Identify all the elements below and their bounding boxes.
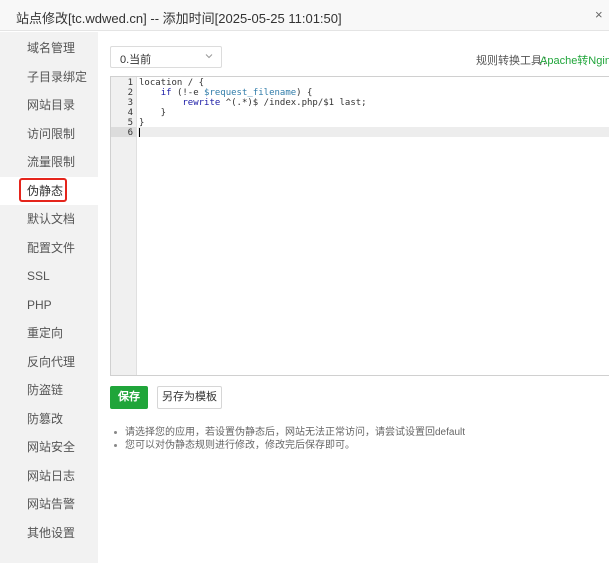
- sidebar-item[interactable]: PHP: [0, 291, 98, 319]
- code-line: location / {: [139, 78, 204, 88]
- template-select-value: 0.当前: [120, 54, 152, 66]
- tip-text: 请选择您的应用，若设置伪静态后，网站无法正常访问，请尝试设置回default: [125, 427, 466, 438]
- text-cursor: [139, 128, 140, 137]
- code-line: if (!-e $request_filename) {: [139, 88, 313, 98]
- bullet-icon: [114, 444, 117, 447]
- line-number: 1: [127, 78, 133, 88]
- save-button[interactable]: 保存: [110, 386, 148, 409]
- code-token: if: [160, 88, 172, 98]
- code-token: $request_filename: [204, 88, 297, 98]
- line-number: 5: [127, 118, 133, 128]
- sidebar-item[interactable]: 网站告警: [0, 490, 98, 518]
- sidebar-item[interactable]: 子目录绑定: [0, 63, 98, 91]
- sidebar-item[interactable]: 访问限制: [0, 120, 98, 148]
- code-token: location / {: [139, 78, 205, 88]
- sidebar-item[interactable]: 网站日志: [0, 462, 98, 490]
- sidebar-item[interactable]: 反向代理: [0, 348, 98, 376]
- sidebar-item[interactable]: 网站目录: [0, 91, 98, 119]
- save-as-template-button[interactable]: 另存为模板: [157, 386, 222, 409]
- code-token: ) {: [296, 88, 313, 98]
- code-line: }: [139, 108, 166, 118]
- title-bar: 站点修改[tc.wdwed.cn] -- 添加时间[2025-05-25 11:…: [0, 0, 609, 31]
- sidebar-item[interactable]: 配置文件: [0, 234, 98, 262]
- sidebar-item[interactable]: 防盗链: [0, 376, 98, 404]
- sidebar-item[interactable]: 其他设置: [0, 519, 98, 547]
- bullet-icon: [114, 431, 117, 434]
- tip-item: 您可以对伪静态规则进行修改，修改完后保存即可。: [113, 439, 465, 452]
- line-number: 3: [127, 98, 133, 108]
- code-line: rewrite ^(.*)$ /index.php/$1 last;: [139, 98, 367, 108]
- sidebar-item[interactable]: 伪静态: [0, 176, 98, 205]
- code-token: }: [139, 118, 145, 128]
- tip-text: 您可以对伪静态规则进行修改，修改完后保存即可。: [125, 440, 355, 451]
- active-line-highlight: [138, 127, 609, 137]
- sidebar-item[interactable]: 流量限制: [0, 148, 98, 176]
- close-icon[interactable]: ×: [595, 7, 607, 22]
- sidebar-item[interactable]: 重定向: [0, 319, 98, 347]
- line-number: 2: [127, 88, 133, 98]
- line-number: 6: [127, 128, 133, 138]
- sidebar-item[interactable]: SSL: [0, 262, 98, 290]
- code-token: (!-e: [171, 88, 205, 98]
- code-editor[interactable]: 1 2 3 4 5 6 location / { if (!-e $request_file…: [110, 76, 609, 376]
- sidebar-item[interactable]: 防篡改: [0, 405, 98, 433]
- sidebar-item[interactable]: 域名管理: [0, 34, 98, 62]
- tips-list: 请选择您的应用，若设置伪静态后，网站无法正常访问，请尝试设置回default 您可…: [113, 426, 465, 452]
- template-select[interactable]: 0.当前: [110, 46, 222, 68]
- code-line: }: [139, 118, 144, 128]
- tip-item: 请选择您的应用，若设置伪静态后，网站无法正常访问，请尝试设置回default: [113, 426, 465, 439]
- apache-to-nginx-link[interactable]: Apache转Nginx: [540, 52, 609, 68]
- code-token: rewrite: [182, 98, 221, 108]
- chevron-down-icon: [205, 54, 213, 59]
- code-token: }: [139, 108, 167, 118]
- sidebar-item[interactable]: 网站安全: [0, 433, 98, 461]
- sidebar: 域名管理 子目录绑定 网站目录 访问限制 流量限制 伪静态 默认文档 配置文件 SSL PHP 重定…: [0, 32, 98, 563]
- window-title: 站点修改[tc.wdwed.cn] -- 添加时间[2025-05-25 11:…: [16, 11, 342, 26]
- code-token: ^(.*)$ /index.php/$1 last;: [220, 98, 367, 108]
- sidebar-item[interactable]: 默认文档: [0, 205, 98, 233]
- line-number: 4: [127, 108, 133, 118]
